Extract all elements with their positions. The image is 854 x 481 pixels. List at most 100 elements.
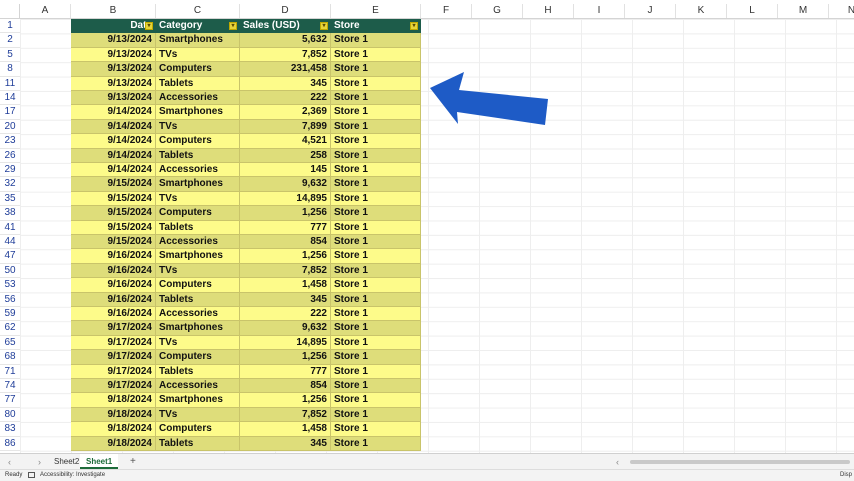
sales-cell[interactable]: 9,632 [240, 177, 331, 192]
date-cell[interactable]: 9/14/2024 [71, 163, 156, 178]
row-header-number[interactable]: 74 [0, 379, 20, 394]
store-cell[interactable]: Store 1 [331, 177, 421, 192]
filter-dropdown-icon[interactable]: ▾ [410, 22, 418, 30]
category-cell[interactable]: Smartphones [156, 177, 240, 192]
row-header-number[interactable]: 77 [0, 393, 20, 408]
sales-cell[interactable]: 345 [240, 436, 331, 451]
sales-cell[interactable]: 1,256 [240, 350, 331, 365]
store-cell[interactable]: Store 1 [331, 436, 421, 451]
row-header-number[interactable]: 62 [0, 321, 20, 336]
filter-dropdown-icon[interactable]: ▾ [320, 22, 328, 30]
row-header-number[interactable]: 47 [0, 249, 20, 264]
row-header-number[interactable]: 68 [0, 350, 20, 365]
row-header-number[interactable]: 71 [0, 364, 20, 379]
scroll-left-arrow-icon[interactable]: ‹ [616, 454, 619, 470]
header-cell-sales[interactable]: Sales (USD) ▾ [240, 19, 331, 34]
column-header-g[interactable]: G [472, 4, 523, 18]
category-cell[interactable]: Computers [156, 422, 240, 437]
sales-cell[interactable]: 345 [240, 292, 331, 307]
store-cell[interactable]: Store 1 [331, 76, 421, 91]
sales-cell[interactable]: 2,369 [240, 105, 331, 120]
date-cell[interactable]: 9/13/2024 [71, 33, 156, 48]
date-cell[interactable]: 9/17/2024 [71, 364, 156, 379]
row-header-number[interactable]: 38 [0, 206, 20, 221]
store-cell[interactable]: Store 1 [331, 307, 421, 322]
category-cell[interactable]: Smartphones [156, 33, 240, 48]
row-header-number[interactable]: 1 [0, 19, 20, 34]
row-header-number[interactable]: 50 [0, 263, 20, 279]
store-cell[interactable]: Store 1 [331, 91, 421, 106]
date-cell[interactable]: 9/14/2024 [71, 134, 156, 149]
sales-cell[interactable]: 777 [240, 220, 331, 235]
store-cell[interactable]: Store 1 [331, 350, 421, 365]
date-cell[interactable]: 9/15/2024 [71, 177, 156, 192]
date-cell[interactable]: 9/14/2024 [71, 105, 156, 120]
row-header-number[interactable]: 8 [0, 62, 20, 77]
store-cell[interactable]: Store 1 [331, 220, 421, 235]
date-cell[interactable]: 9/17/2024 [71, 350, 156, 365]
store-cell[interactable]: Store 1 [331, 235, 421, 250]
sales-cell[interactable]: 1,458 [240, 422, 331, 437]
sales-cell[interactable]: 14,895 [240, 335, 331, 351]
add-sheet-button[interactable]: + [130, 454, 136, 470]
sales-cell[interactable]: 258 [240, 148, 331, 163]
category-cell[interactable]: Accessories [156, 307, 240, 322]
sales-cell[interactable]: 1,256 [240, 206, 331, 221]
column-header-c[interactable]: C [156, 4, 240, 18]
category-cell[interactable]: Tablets [156, 364, 240, 379]
category-cell[interactable]: Computers [156, 134, 240, 149]
category-cell[interactable]: Accessories [156, 235, 240, 250]
store-cell[interactable]: Store 1 [331, 393, 421, 408]
store-cell[interactable]: Store 1 [331, 163, 421, 178]
category-cell[interactable]: TVs [156, 263, 240, 279]
category-cell[interactable]: Computers [156, 62, 240, 77]
category-cell[interactable]: Tablets [156, 148, 240, 163]
select-all-corner[interactable] [0, 4, 20, 18]
date-cell[interactable]: 9/18/2024 [71, 407, 156, 423]
category-cell[interactable]: Tablets [156, 436, 240, 451]
date-cell[interactable]: 9/18/2024 [71, 422, 156, 437]
category-cell[interactable]: Accessories [156, 379, 240, 394]
sales-cell[interactable]: 7,852 [240, 407, 331, 423]
sales-cell[interactable]: 7,899 [240, 119, 331, 135]
row-header-number[interactable]: 59 [0, 307, 20, 322]
row-header-number[interactable]: 41 [0, 220, 20, 235]
row-header-number[interactable]: 35 [0, 191, 20, 207]
sales-cell[interactable]: 1,458 [240, 278, 331, 293]
sales-cell[interactable]: 145 [240, 163, 331, 178]
date-cell[interactable]: 9/16/2024 [71, 278, 156, 293]
category-cell[interactable]: Smartphones [156, 249, 240, 264]
sales-cell[interactable]: 854 [240, 235, 331, 250]
sales-cell[interactable]: 777 [240, 364, 331, 379]
column-header-a[interactable]: A [20, 4, 71, 18]
store-cell[interactable]: Store 1 [331, 105, 421, 120]
category-cell[interactable]: Computers [156, 206, 240, 221]
row-header-number[interactable]: 44 [0, 235, 20, 250]
sales-cell[interactable]: 1,256 [240, 393, 331, 408]
date-cell[interactable]: 9/16/2024 [71, 249, 156, 264]
column-header-n[interactable]: N [829, 4, 854, 18]
store-cell[interactable]: Store 1 [331, 335, 421, 351]
sales-cell[interactable]: 1,256 [240, 249, 331, 264]
store-cell[interactable]: Store 1 [331, 62, 421, 77]
date-cell[interactable]: 9/18/2024 [71, 436, 156, 451]
row-header-number[interactable]: 17 [0, 105, 20, 120]
sales-cell[interactable]: 4,521 [240, 134, 331, 149]
column-header-j[interactable]: J [625, 4, 676, 18]
date-cell[interactable]: 9/15/2024 [71, 191, 156, 207]
category-cell[interactable]: Smartphones [156, 393, 240, 408]
category-cell[interactable]: Smartphones [156, 321, 240, 336]
sales-cell[interactable]: 14,895 [240, 191, 331, 207]
date-cell[interactable]: 9/13/2024 [71, 76, 156, 91]
category-cell[interactable]: Computers [156, 350, 240, 365]
column-header-d[interactable]: D [240, 4, 331, 18]
store-cell[interactable]: Store 1 [331, 134, 421, 149]
row-header-number[interactable]: 56 [0, 292, 20, 307]
column-header-k[interactable]: K [676, 4, 727, 18]
category-cell[interactable]: TVs [156, 335, 240, 351]
store-cell[interactable]: Store 1 [331, 119, 421, 135]
date-cell[interactable]: 9/17/2024 [71, 321, 156, 336]
date-cell[interactable]: 9/17/2024 [71, 335, 156, 351]
column-header-l[interactable]: L [727, 4, 778, 18]
date-cell[interactable]: 9/15/2024 [71, 206, 156, 221]
